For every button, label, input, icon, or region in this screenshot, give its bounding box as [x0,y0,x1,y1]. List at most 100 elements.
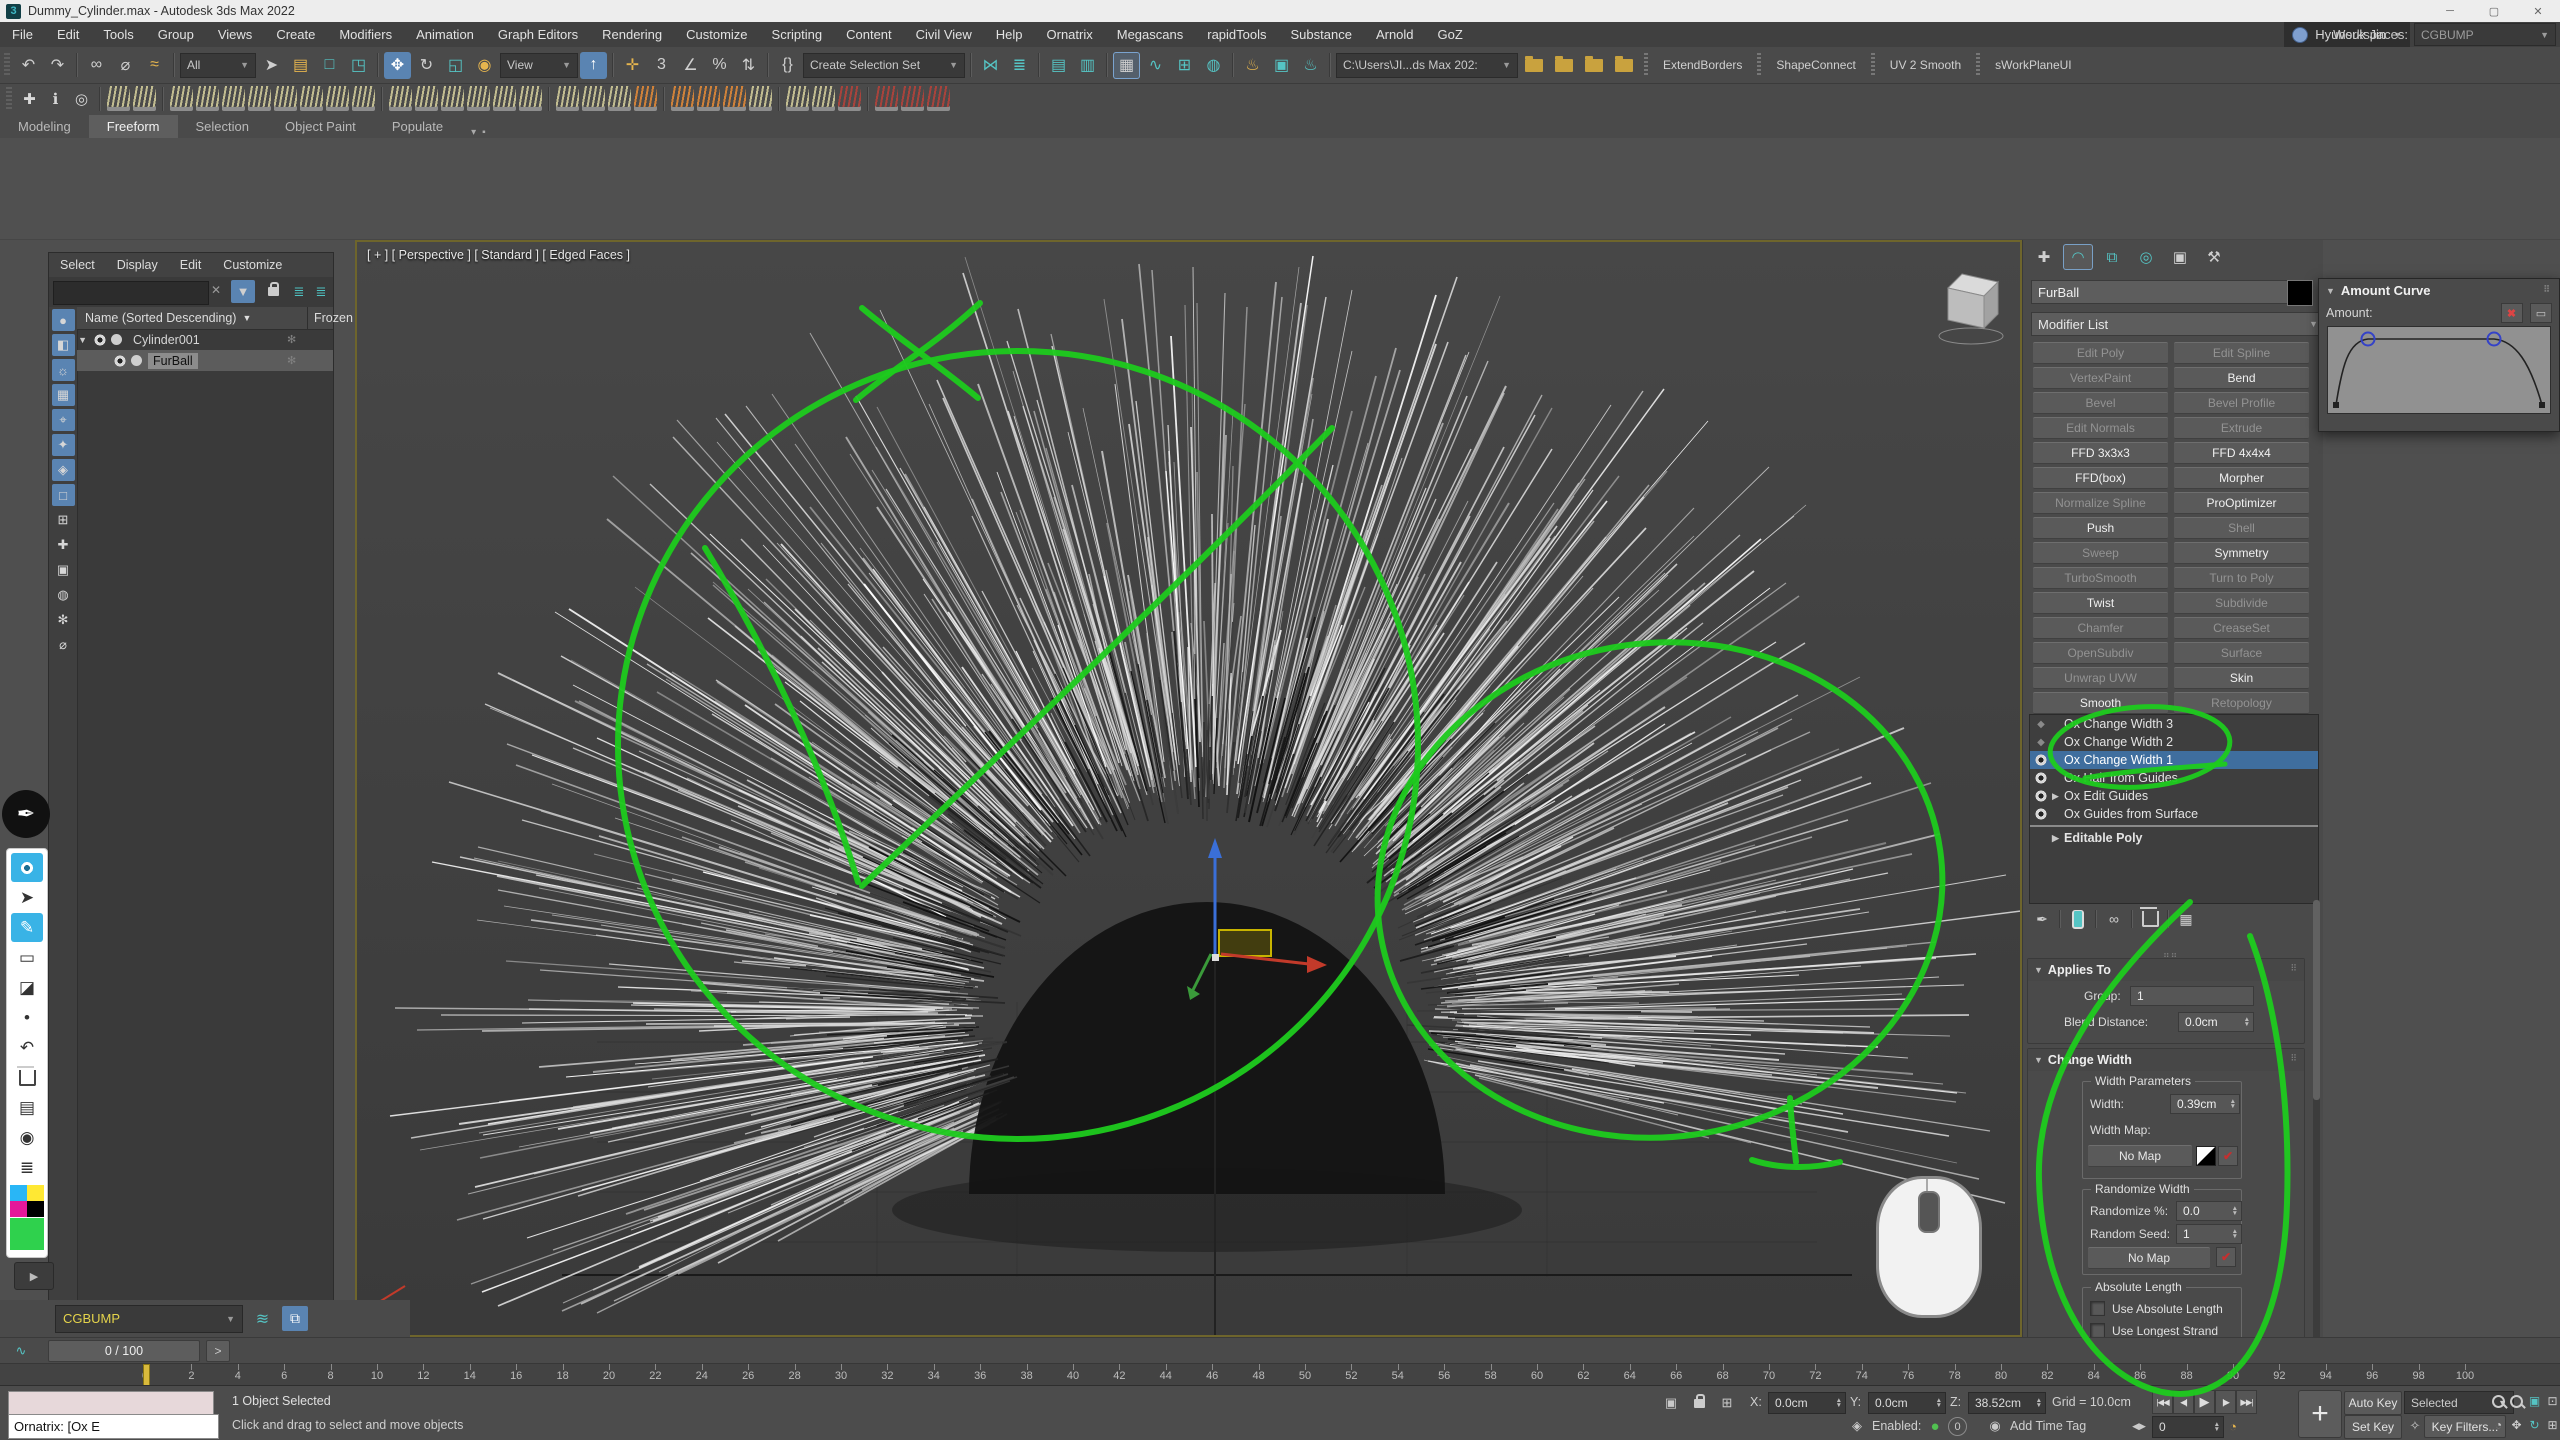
object-name-field[interactable]: FurBall [2031,280,2289,304]
redo-icon[interactable]: ↷ [44,52,71,79]
ox-guide-params-icon[interactable] [133,86,156,111]
layers-icon[interactable]: ≋ [249,1305,276,1332]
visibility-eye-icon[interactable] [113,354,127,368]
tab-modeling[interactable]: Modeling [0,115,89,138]
select-and-move-icon[interactable]: ✥ [384,52,411,79]
enabled-count-badge[interactable]: 0 [1948,1417,1967,1436]
schematic-toggle-icon[interactable]: ⧉ [282,1306,308,1331]
modifier-button-surface[interactable]: Surface [2174,642,2309,664]
tab-freeform[interactable]: Freeform [89,115,178,138]
select-and-rotate-icon[interactable]: ↻ [413,52,440,79]
modifier-button-ffd-4x4x4[interactable]: FFD 4x4x4 [2174,442,2309,464]
add-time-tag-label[interactable]: Add Time Tag [2010,1419,2086,1433]
object-color-swatch[interactable] [2287,280,2313,306]
seed-spinner[interactable]: 1▲▼ [2176,1224,2242,1244]
folder-sync-icon[interactable] [1615,59,1633,72]
ox-braid-guides-icon[interactable] [723,86,746,111]
display-cameras-icon[interactable]: ⌖ [52,409,75,431]
checkbox-row-use-longest-strand[interactable]: Use Longest Strand [2090,1323,2218,1338]
x-coordinate-field[interactable]: 0.0cm▲▼ [1768,1392,1846,1414]
stack-item-ox-guides-from-surface[interactable]: Ox Guides from Surface [2030,805,2318,823]
zoom-all-icon[interactable] [2508,1391,2525,1411]
menu-scripting[interactable]: Scripting [760,27,835,42]
angle-snap-icon[interactable]: ∠ [677,52,704,79]
ox-ground-strands-icon[interactable] [441,86,464,111]
modifier-button-bend[interactable]: Bend [2174,367,2309,389]
menu-help[interactable]: Help [984,27,1035,42]
menu-arnold[interactable]: Arnold [1364,27,1426,42]
display-spacewarps-icon[interactable]: ◈ [52,459,75,481]
select-and-place-icon[interactable]: ◉ [471,52,498,79]
select-and-link-icon[interactable]: ∞ [83,52,110,79]
set-key-mode-icon[interactable]: ✧ [2404,1415,2426,1437]
asset-tracking-icon[interactable] [1525,59,1543,72]
menu-customize[interactable]: Customize [674,27,759,42]
auto-key-button[interactable]: Auto Key [2344,1391,2402,1415]
ox-strand-fall-icon[interactable] [326,86,349,111]
hierarchy-tab[interactable]: ⧉ [2097,244,2127,270]
cursor-icon[interactable]: ➤ [11,883,43,912]
filter-icon[interactable]: ▼ [231,280,255,303]
modifier-button-edit-spline[interactable]: Edit Spline [2174,342,2309,364]
stack-item-ox-hair-from-guides[interactable]: Ox Hair from Guides [2030,769,2318,787]
modifier-button-chamfer[interactable]: Chamfer [2033,617,2168,639]
zoom-icon[interactable] [2490,1391,2507,1411]
menu-group[interactable]: Group [146,27,206,42]
menu-file[interactable]: File [0,27,45,42]
toggle-layer-explorer-icon[interactable]: ▥ [1074,52,1101,79]
modifier-button-twist[interactable]: Twist [2033,592,2168,614]
current-frame-field[interactable]: 0▲▼ [2152,1416,2224,1438]
schematic-view-icon[interactable]: ⊞ [1171,52,1198,79]
mini-curve-editor-icon[interactable]: ∿ [8,1340,34,1362]
ox-comb-orient-icon[interactable] [812,86,835,111]
clear-search-icon[interactable]: ✕ [211,283,221,297]
palette-color-green-selected[interactable] [10,1218,44,1250]
ribbon-minimize-controls[interactable]: ▾▪ [471,127,486,138]
menu-modifiers[interactable]: Modifiers [327,27,404,42]
curve-window-icon[interactable]: ▭ [2530,303,2552,323]
stack-item-ox-change-width-1[interactable]: Ox Change Width 1 [2030,751,2318,769]
modifier-button-subdivide[interactable]: Subdivide [2174,592,2309,614]
modifier-button-bevel[interactable]: Bevel [2033,392,2168,414]
modifier-off-icon[interactable]: ◆ [2034,737,2048,748]
display-hidden-icon[interactable]: ⌀ [52,634,75,656]
make-unique-icon[interactable]: ∞ [2103,908,2125,930]
width-map-enable-icon[interactable]: ✔ [2218,1146,2238,1166]
randomize-map-enable-icon[interactable]: ✔ [2216,1247,2236,1267]
utilities-tab[interactable]: ⚒ [2199,244,2229,270]
workspace-dropdown[interactable]: CGBUMP▼ [2414,23,2556,46]
rendered-frame-window-icon[interactable]: ▣ [1268,52,1295,79]
ox-strand-ribbon-icon[interactable] [634,86,657,111]
modifier-button-edit-poly[interactable]: Edit Poly [2033,342,2168,364]
reference-coordinate-dropdown[interactable]: View▼ [500,53,578,78]
modifier-button-creaseset[interactable]: CreaseSet [2174,617,2309,639]
set-key-button[interactable]: Set Key [2344,1415,2402,1439]
project-folder-dropdown[interactable]: C:\Users\JI...ds Max 202:▼ [1336,53,1518,78]
toggle-ribbon-icon[interactable]: ▦ [1113,52,1140,79]
ox-strand-gravity-icon[interactable] [467,86,490,111]
menu-megascans[interactable]: Megascans [1105,27,1195,42]
ox-strand-wind-icon[interactable] [352,86,375,111]
ox-resolve-collisions-icon[interactable] [875,86,898,111]
selection-lock-icon[interactable] [1688,1392,1710,1414]
ox-guides-from-surface-icon[interactable] [170,86,193,111]
eraser-icon[interactable]: ◪ [11,973,43,1002]
select-by-name-icon[interactable]: ▤ [287,52,314,79]
palette-color[interactable] [10,1185,27,1201]
ox-weaver-icon[interactable] [697,86,720,111]
percent-snap-icon[interactable]: % [706,52,733,79]
ox-strand-paint-icon[interactable] [838,86,861,111]
modifier-button-extrude[interactable]: Extrude [2174,417,2309,439]
uv-2-smooth-button[interactable]: UV 2 Smooth [1881,53,1970,77]
lock-explorer-icon[interactable] [261,280,285,303]
modifier-button-normalize-spline[interactable]: Normalize Spline [2033,492,2168,514]
material-editor-icon[interactable]: ◍ [1200,52,1227,79]
display-xrefs-icon[interactable]: ⊞ [52,509,75,531]
ox-strand-animation-icon[interactable] [901,86,924,111]
curve-editor-icon[interactable]: ∿ [1142,52,1169,79]
explorer-row-cylinder001[interactable]: ▼Cylinder001✻ [77,329,333,350]
ox-strand-clump-icon[interactable] [222,86,245,111]
unlink-selection-icon[interactable]: ⌀ [112,52,139,79]
macro-recorder-field[interactable] [8,1391,214,1415]
perspective-viewport[interactable]: [ + ] [ Perspective ] [ Standard ] [ Edg… [355,240,2022,1337]
